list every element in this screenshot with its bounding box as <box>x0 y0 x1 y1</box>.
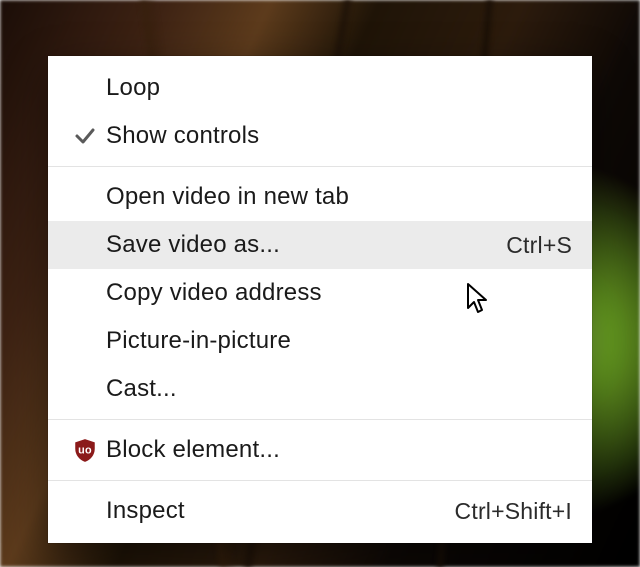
menu-divider <box>48 166 592 167</box>
menu-item-picture-in-picture[interactable]: Picture-in-picture <box>48 317 592 365</box>
menu-item-show-controls[interactable]: Show controls <box>48 112 592 160</box>
menu-item-shortcut: Ctrl+S <box>506 232 572 259</box>
menu-item-label: Inspect <box>106 497 455 525</box>
check-icon <box>64 124 106 148</box>
menu-item-label: Cast... <box>106 375 572 403</box>
menu-item-label: Block element... <box>106 436 572 464</box>
menu-divider <box>48 419 592 420</box>
ublock-icon: uo <box>64 437 106 463</box>
menu-item-loop[interactable]: Loop <box>48 64 592 112</box>
video-context-menu: Loop Show controls Open video in new tab… <box>48 56 592 543</box>
menu-item-save-video-as[interactable]: Save video as... Ctrl+S <box>48 221 592 269</box>
menu-item-copy-video-address[interactable]: Copy video address <box>48 269 592 317</box>
menu-item-open-video-new-tab[interactable]: Open video in new tab <box>48 173 592 221</box>
menu-item-label: Open video in new tab <box>106 183 572 211</box>
menu-item-label: Copy video address <box>106 279 572 307</box>
menu-item-label: Picture-in-picture <box>106 327 572 355</box>
menu-divider <box>48 480 592 481</box>
menu-item-shortcut: Ctrl+Shift+I <box>455 498 572 525</box>
menu-item-label: Loop <box>106 74 572 102</box>
menu-item-cast[interactable]: Cast... <box>48 365 592 413</box>
menu-item-label: Save video as... <box>106 231 506 259</box>
menu-item-label: Show controls <box>106 122 572 150</box>
menu-item-inspect[interactable]: Inspect Ctrl+Shift+I <box>48 487 592 535</box>
svg-text:uo: uo <box>78 444 92 456</box>
menu-item-block-element[interactable]: uo Block element... <box>48 426 592 474</box>
